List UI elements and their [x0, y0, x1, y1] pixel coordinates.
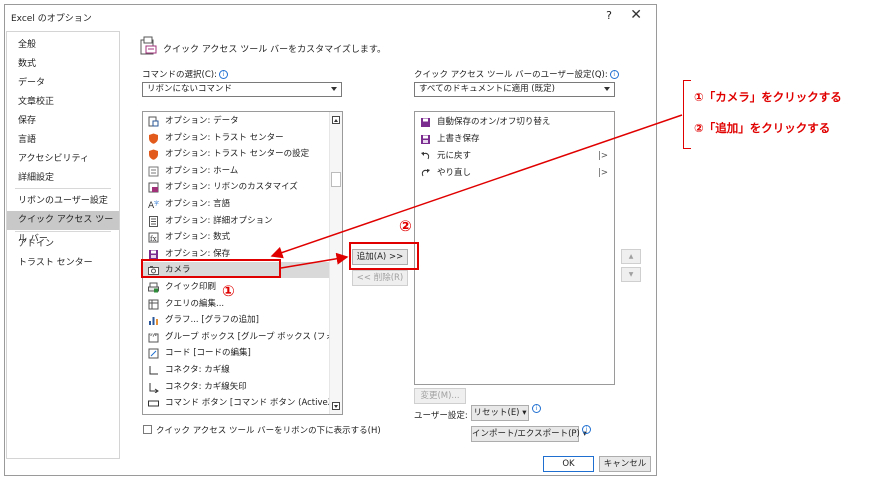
instruction-step-1: ①「カメラ」をクリックする — [694, 90, 842, 104]
arrow-to-camera — [270, 114, 683, 259]
instructions-bracket — [683, 80, 691, 149]
instruction-step-2: ②「追加」をクリックする — [694, 121, 831, 135]
annotation-arrows — [270, 114, 683, 269]
arrow-to-add — [280, 252, 349, 269]
